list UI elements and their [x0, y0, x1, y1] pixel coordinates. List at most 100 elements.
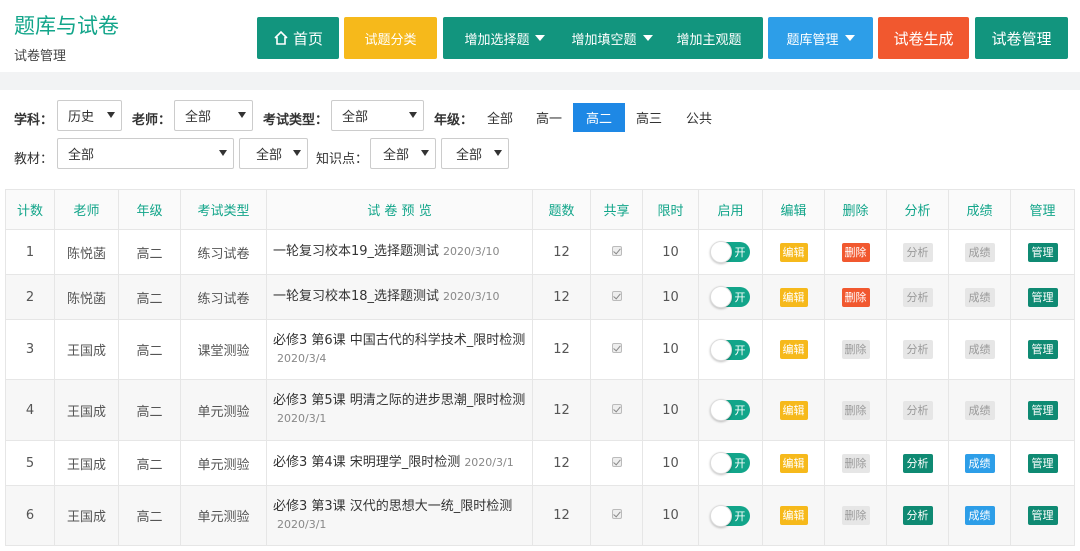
- delete-button[interactable]: 删除: [841, 453, 870, 473]
- chevron-down-icon: [494, 150, 502, 156]
- categories-button[interactable]: 试题分类: [344, 17, 437, 59]
- row-time-limit: 10: [642, 485, 699, 546]
- paper-title[interactable]: 必修3 第4课 宋明理学_限时检测: [273, 455, 460, 470]
- row-share: [590, 485, 643, 546]
- row-number: 5: [5, 440, 55, 486]
- paper-manage-button[interactable]: 试卷管理: [975, 17, 1068, 59]
- manage-button[interactable]: 管理: [1027, 453, 1058, 473]
- knowledge-select[interactable]: 全部: [370, 138, 436, 169]
- manage-button[interactable]: 管理: [1027, 242, 1058, 262]
- chevron-down-icon: [844, 35, 855, 41]
- delete-button[interactable]: 删除: [841, 242, 870, 262]
- edit-button[interactable]: 编辑: [779, 400, 808, 420]
- add-choice-button[interactable]: 增加选择题: [464, 29, 546, 48]
- bank-manage-button[interactable]: 题库管理: [768, 17, 873, 59]
- paper-title[interactable]: 必修3 第6课 中国古代的科学技术_限时检测: [273, 333, 525, 348]
- row-time-limit: 10: [642, 319, 699, 380]
- home-button[interactable]: 首页: [257, 17, 339, 59]
- add-subjective-button[interactable]: 增加主观题: [677, 29, 742, 48]
- score-button[interactable]: 成绩: [964, 453, 995, 473]
- row-manage: 管理: [1010, 379, 1075, 441]
- enable-toggle[interactable]: 开: [709, 504, 750, 527]
- exam-type-select[interactable]: 全部: [331, 100, 424, 131]
- edit-button[interactable]: 编辑: [779, 287, 808, 307]
- delete-button[interactable]: 删除: [841, 340, 870, 359]
- grade-option-2[interactable]: 高二: [573, 103, 625, 132]
- teacher-select[interactable]: 全部: [174, 100, 253, 131]
- toggle-label: 开: [734, 404, 746, 417]
- row-paper-preview[interactable]: 必修3 第3课 汉代的思想大一统_限时检测 2020/3/1: [266, 485, 533, 546]
- score-button[interactable]: 成绩: [964, 400, 995, 420]
- delete-button[interactable]: 删除: [841, 506, 870, 525]
- score-button[interactable]: 成绩: [964, 506, 995, 525]
- edit-button[interactable]: 编辑: [779, 242, 808, 262]
- edit-button[interactable]: 编辑: [779, 453, 808, 473]
- col-header: 计数: [5, 189, 55, 230]
- textbook-sub-select[interactable]: 全部: [239, 138, 308, 169]
- add-blank-button[interactable]: 增加填空题: [571, 29, 653, 48]
- subject-label: 学科：: [14, 113, 54, 128]
- generate-button[interactable]: 试卷生成: [878, 17, 969, 59]
- paper-title[interactable]: 必修3 第5课 明清之际的进步思潮_限时检测: [273, 393, 525, 408]
- knowledge-sub-select[interactable]: 全部: [441, 138, 509, 169]
- share-checkbox-icon[interactable]: [611, 245, 622, 256]
- filter-panel: 学科： 历史 老师： 全部 考试类型： 全部 年级： 全部 高一 高二 高三 公…: [0, 90, 1080, 180]
- delete-button[interactable]: 删除: [841, 400, 870, 420]
- enable-toggle[interactable]: 开: [709, 452, 750, 474]
- col-header: 成绩: [948, 189, 1011, 230]
- enable-toggle[interactable]: 开: [709, 399, 750, 421]
- score-button[interactable]: 成绩: [964, 242, 995, 262]
- col-header: 启用: [698, 189, 763, 230]
- row-paper-preview[interactable]: 必修3 第5课 明清之际的进步思潮_限时检测 2020/3/1: [266, 379, 533, 441]
- enable-toggle[interactable]: 开: [709, 286, 750, 308]
- paper-title[interactable]: 一轮复习校本18_选择题测试: [273, 289, 439, 304]
- col-header: 编辑: [762, 189, 825, 230]
- analyze-button[interactable]: 分析: [902, 287, 933, 307]
- row-grade: 高二: [118, 319, 181, 380]
- row-edit: 编辑: [762, 319, 825, 380]
- toggle-knob: [709, 452, 732, 474]
- row-delete: 删除: [824, 229, 887, 275]
- paper-date: 2020/3/10: [443, 290, 500, 303]
- col-header: 限时: [642, 189, 699, 230]
- app-title: 题库与试卷: [14, 14, 119, 38]
- enable-toggle[interactable]: 开: [709, 241, 750, 263]
- paper-title[interactable]: 必修3 第3课 汉代的思想大一统_限时检测: [273, 499, 512, 514]
- row-teacher: 王国成: [54, 485, 119, 546]
- paper-title[interactable]: 一轮复习校本19_选择题测试: [273, 244, 439, 259]
- analyze-button[interactable]: 分析: [902, 453, 933, 473]
- textbook-select[interactable]: 全部: [57, 138, 234, 169]
- analyze-button[interactable]: 分析: [902, 340, 933, 359]
- score-button[interactable]: 成绩: [964, 340, 995, 359]
- row-teacher: 陈悦菡: [54, 274, 119, 320]
- row-paper-preview[interactable]: 必修3 第6课 中国古代的科学技术_限时检测 2020/3/4: [266, 319, 533, 380]
- analyze-button[interactable]: 分析: [902, 242, 933, 262]
- manage-button[interactable]: 管理: [1027, 340, 1058, 359]
- analyze-button[interactable]: 分析: [902, 400, 933, 420]
- grade-option-1[interactable]: 高一: [530, 103, 568, 132]
- delete-button[interactable]: 删除: [841, 287, 870, 307]
- grade-option-3[interactable]: 高三: [630, 103, 668, 132]
- share-checkbox-icon[interactable]: [611, 456, 622, 467]
- subject-select[interactable]: 历史: [57, 100, 122, 131]
- score-button[interactable]: 成绩: [964, 287, 995, 307]
- share-checkbox-icon[interactable]: [611, 403, 622, 414]
- share-checkbox-icon[interactable]: [611, 343, 622, 353]
- row-paper-preview[interactable]: 一轮复习校本18_选择题测试 2020/3/10: [266, 274, 533, 320]
- grade-option-public[interactable]: 公共: [680, 103, 718, 132]
- manage-button[interactable]: 管理: [1027, 400, 1058, 420]
- row-time-limit: 10: [642, 379, 699, 441]
- edit-button[interactable]: 编辑: [779, 340, 808, 359]
- grade-option-all[interactable]: 全部: [481, 103, 519, 132]
- enable-toggle[interactable]: 开: [709, 338, 750, 361]
- analyze-button[interactable]: 分析: [902, 506, 933, 525]
- manage-button[interactable]: 管理: [1027, 506, 1058, 525]
- edit-button[interactable]: 编辑: [779, 506, 808, 525]
- share-checkbox-icon[interactable]: [611, 290, 622, 301]
- row-score: 成绩: [948, 229, 1011, 275]
- share-checkbox-icon[interactable]: [611, 509, 622, 519]
- manage-button[interactable]: 管理: [1027, 287, 1058, 307]
- paper-date: 2020/3/1: [277, 517, 327, 531]
- row-paper-preview[interactable]: 一轮复习校本19_选择题测试 2020/3/10: [266, 229, 533, 275]
- row-paper-preview[interactable]: 必修3 第4课 宋明理学_限时检测 2020/3/1: [266, 440, 533, 486]
